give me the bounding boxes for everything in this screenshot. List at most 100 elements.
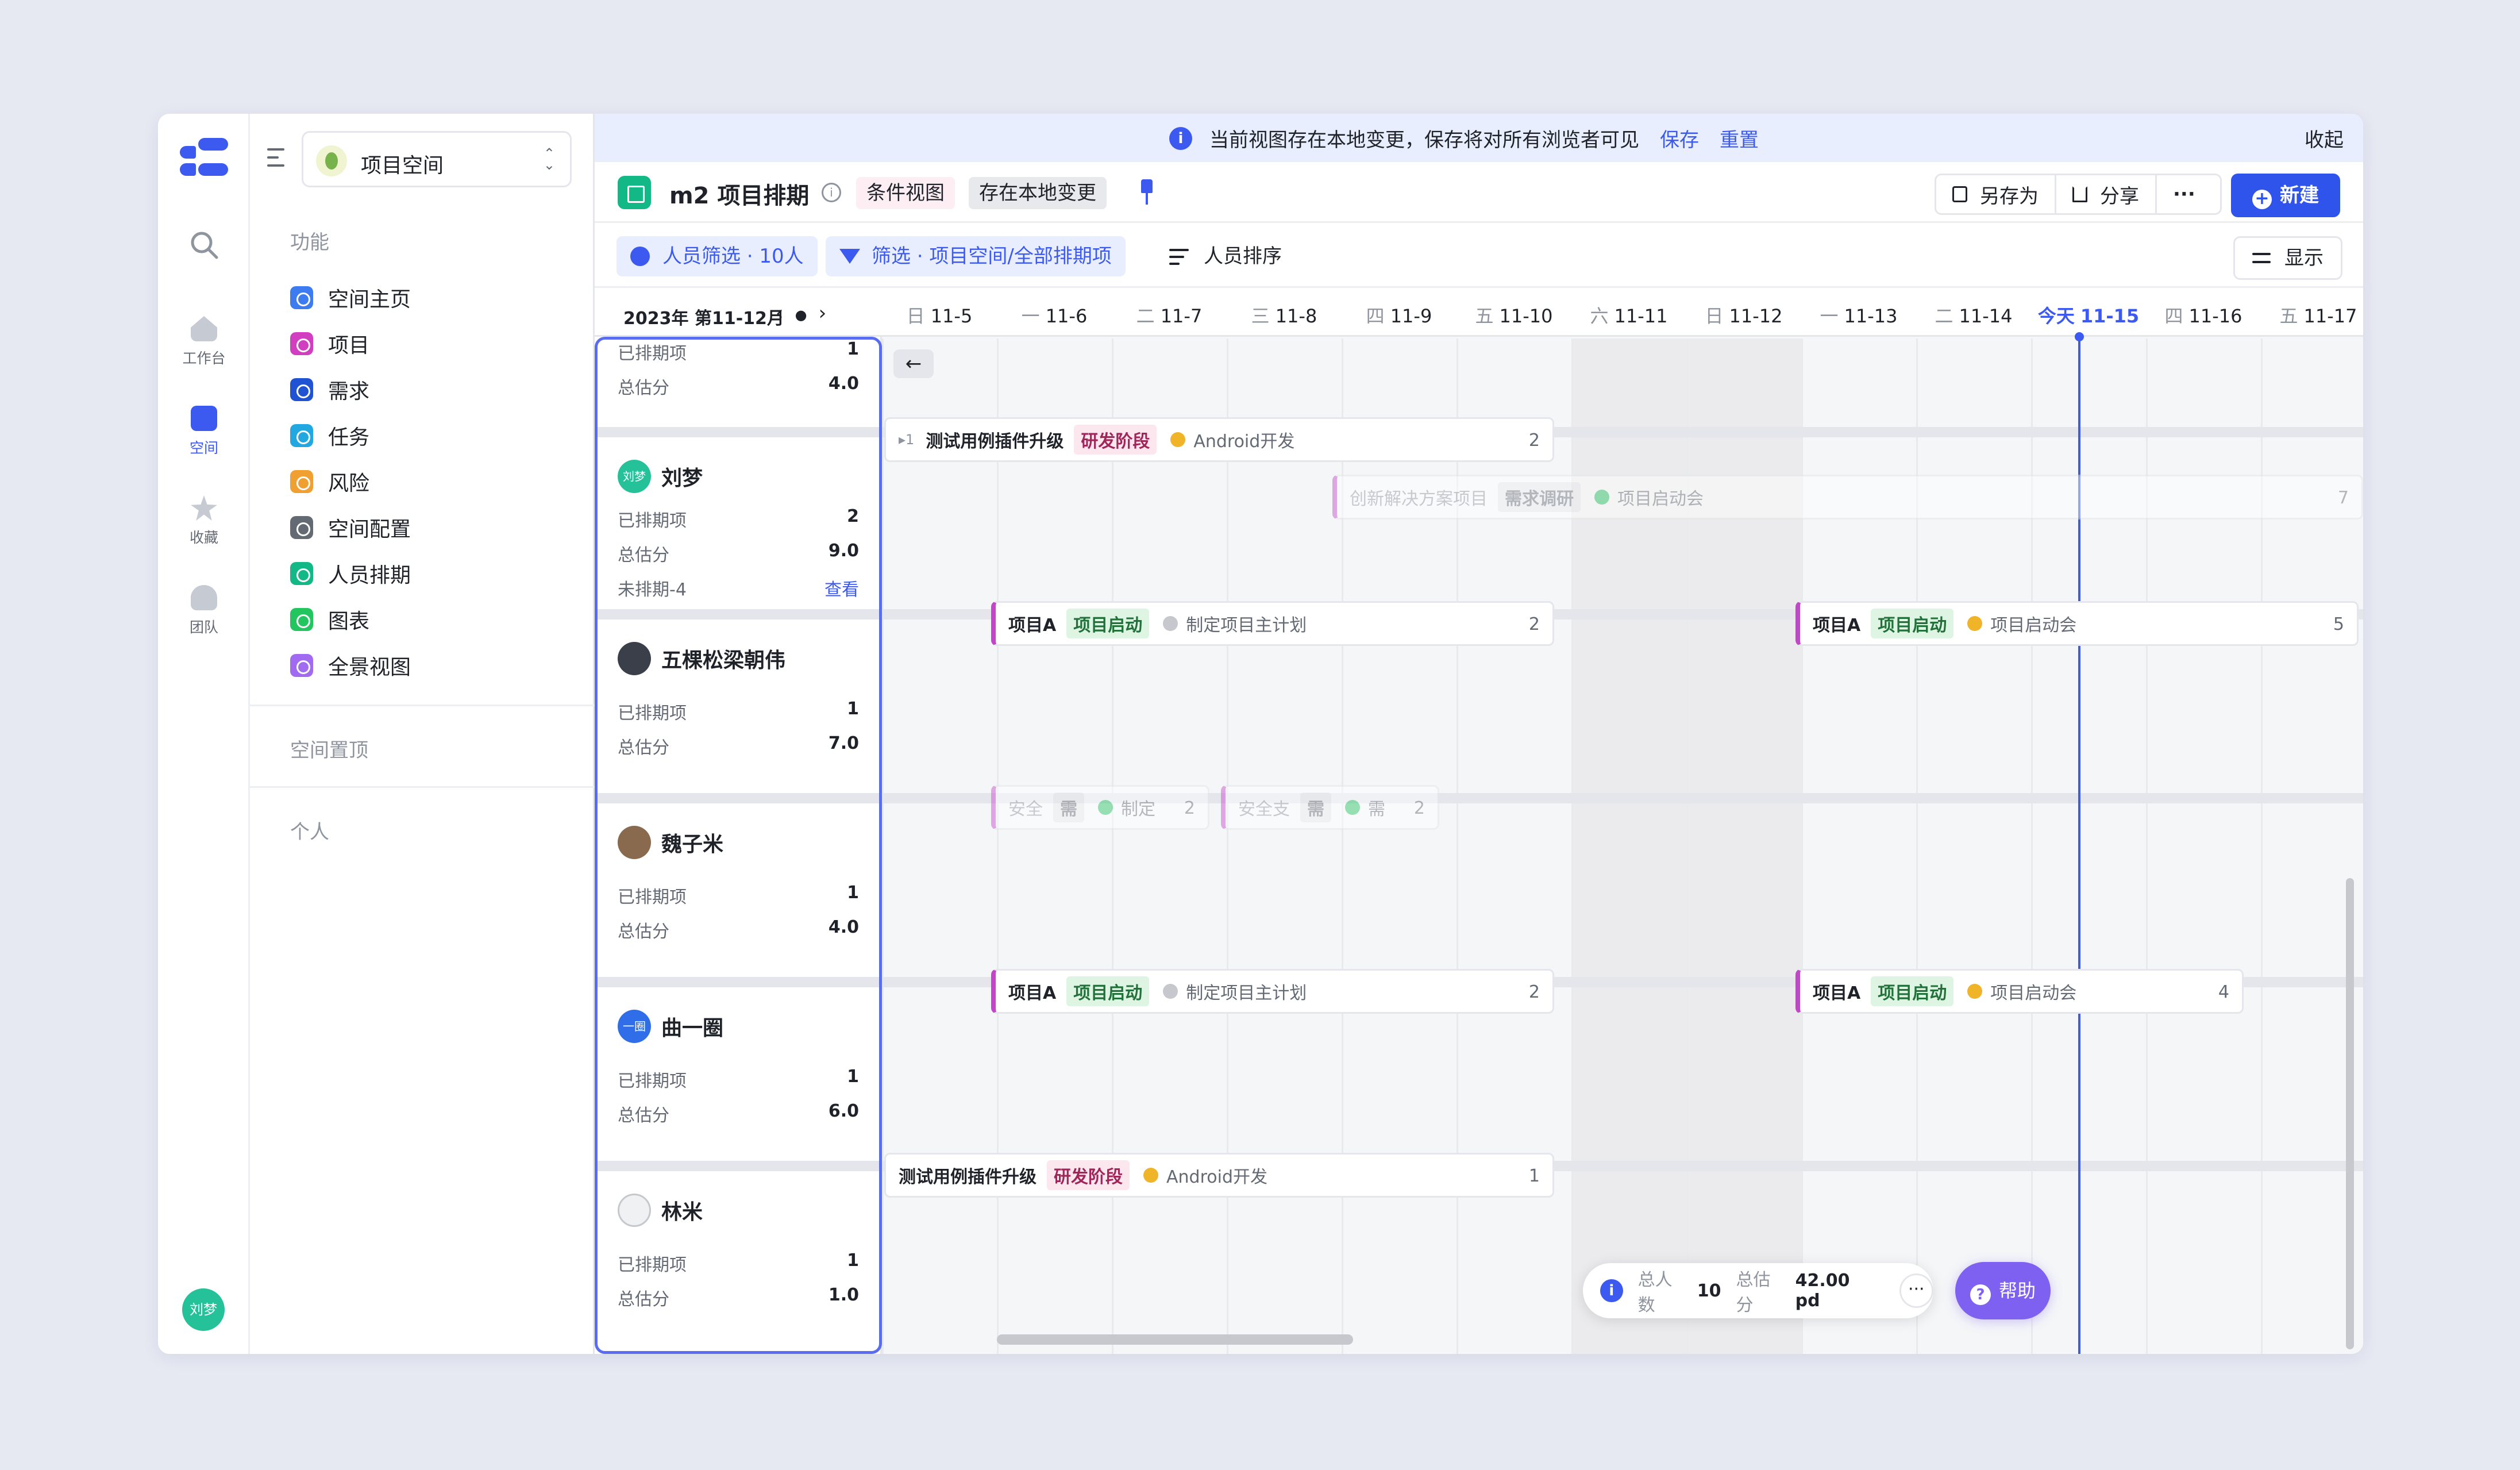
schedule-bar[interactable]: 安全 需 制定 2 — [991, 785, 1209, 830]
condition-view-tag[interactable]: 条件视图 — [856, 177, 955, 209]
people-sort-button[interactable]: 人员排序 — [1169, 236, 1282, 276]
horizontal-scrollbar[interactable] — [997, 1334, 1353, 1345]
menu-item-panorama[interactable]: 全景视图 — [290, 642, 411, 688]
view-unscheduled-link[interactable]: 查看 — [824, 575, 859, 601]
schedule-bar[interactable]: 项目A 项目启动 制定项目主计划 2 — [991, 601, 1554, 646]
status-label: 制定 — [1121, 799, 1155, 819]
divider — [250, 786, 595, 788]
item-filter-label: 筛选 · 项目空间/全部排期项 — [872, 245, 1112, 268]
stage-tag: 项目启动 — [1066, 609, 1150, 638]
user-icon — [630, 247, 650, 266]
stat-row: 已排期项 1 — [618, 1067, 859, 1091]
divider — [250, 705, 595, 706]
reset-link[interactable]: 重置 — [1720, 124, 1759, 152]
people-count-value: 10 — [1697, 1280, 1721, 1301]
schedule-bar[interactable]: 测试用例插件升级 研发阶段 Android开发 1 — [884, 1153, 1554, 1198]
vertical-scrollbar[interactable] — [2346, 878, 2354, 1349]
bar-title: 项目A — [1008, 983, 1057, 1003]
section-pinned-heading[interactable]: 空间置顶 — [290, 734, 368, 763]
share-button[interactable]: 分享 — [2056, 175, 2157, 213]
section-personal-heading[interactable]: 个人 — [290, 816, 329, 844]
new-label: 新建 — [2280, 184, 2319, 207]
item-filter-chip[interactable]: 筛选 · 项目空间/全部排期项 — [826, 236, 1126, 276]
stat-row: 总估分 4.0 — [618, 917, 859, 942]
schedule-bar[interactable]: 项目A 项目启动 项目启动会 4 — [1795, 969, 2244, 1014]
menu-item-risk[interactable]: 风险 — [290, 459, 411, 505]
space-selector[interactable]: 项目空间 ⌃ ⌄ — [302, 131, 572, 187]
bar-title: 项目A — [1813, 615, 1861, 636]
row-separator — [595, 427, 882, 437]
summary-pill: i 总人数 10 总估分 42.00 pd ··· — [1583, 1263, 1933, 1318]
menu-item-space-config[interactable]: 空间配置 — [290, 505, 411, 551]
today-dot-icon[interactable]: ● — [795, 307, 819, 323]
stage-tag: 需求调研 — [1498, 482, 1581, 512]
display-label: 显示 — [2284, 247, 2324, 270]
menu-item-space-home[interactable]: 空间主页 — [290, 275, 411, 321]
today-marker — [2075, 332, 2084, 341]
rail-item-space[interactable]: 空间 — [158, 406, 250, 457]
menu-item-label: 需求 — [328, 380, 370, 403]
chevron-left-icon[interactable]: ‹ — [776, 302, 795, 325]
space-avatar — [316, 145, 347, 176]
display-settings-button[interactable]: 显示 — [2233, 236, 2342, 280]
status-label: 项目启动会 — [1990, 983, 2077, 1003]
chevron-right-icon[interactable]: › — [819, 302, 838, 325]
new-button[interactable]: + 新建 — [2231, 174, 2340, 217]
requirement-icon — [290, 378, 313, 401]
schedule-bar[interactable]: ▸1 测试用例插件升级 研发阶段 Android开发 2 — [884, 417, 1554, 462]
more-button[interactable]: ··· — [2157, 175, 2211, 213]
save-link[interactable]: 保存 — [1660, 124, 1699, 152]
menu-item-project[interactable]: 项目 — [290, 321, 411, 367]
menu-item-requirement[interactable]: 需求 — [290, 367, 411, 413]
bar-count: 2 — [1528, 614, 1540, 634]
rail-item-team[interactable]: 团队 — [158, 585, 250, 637]
menu-item-task[interactable]: 任务 — [290, 413, 411, 459]
rail-item-label: 团队 — [189, 619, 218, 636]
stat-row: 总估分 1.0 — [618, 1285, 859, 1310]
day-header: 四 11-16 — [2164, 305, 2242, 327]
collapse-sidebar-icon[interactable] — [267, 146, 292, 169]
stat-row: 总估分 4.0 — [618, 374, 859, 398]
schedule-bar[interactable]: 创新解决方案项目 需求调研 项目启动会 7 — [1332, 475, 2363, 519]
save-as-button[interactable]: 另存为 — [1936, 175, 2056, 213]
info-icon[interactable]: i — [822, 183, 841, 202]
avatar: 刘梦 — [618, 460, 651, 493]
share-label: 分享 — [2100, 184, 2139, 208]
team-icon — [191, 585, 217, 610]
day-header: 五 11-17 — [2279, 305, 2357, 327]
stage-tag: 项目启动 — [1871, 976, 1954, 1006]
stat-row: 总估分 6.0 — [618, 1101, 859, 1126]
menu-item-chart[interactable]: 图表 — [290, 597, 411, 642]
schedule-bar[interactable]: 项目A 项目启动 项目启动会 5 — [1795, 601, 2359, 646]
people-filter-chip[interactable]: 人员筛选 · 10人 — [616, 236, 818, 276]
search-icon[interactable] — [188, 229, 220, 261]
rail-item-favorites[interactable]: 收藏 — [158, 495, 250, 547]
star-icon — [191, 495, 217, 521]
more-icon[interactable]: ··· — [1899, 1273, 1933, 1308]
rail-item-workbench[interactable]: 工作台 — [158, 316, 250, 368]
question-icon: ? — [1970, 1284, 1991, 1305]
expand-toggle[interactable]: ▸1 — [899, 432, 914, 448]
user-avatar[interactable]: 刘梦 — [182, 1288, 225, 1331]
status-label: Android开发 — [1193, 432, 1295, 452]
schedule-bar[interactable]: 项目A 项目启动 制定项目主计划 2 — [991, 969, 1554, 1014]
person-header: 刘梦 刘梦 — [618, 458, 703, 495]
space-icon — [191, 406, 217, 431]
collapse-banner-button[interactable]: 收起 — [2305, 124, 2344, 152]
app-logo-icon[interactable] — [180, 138, 228, 178]
local-change-tag[interactable]: 存在本地变更 — [969, 177, 1107, 209]
schedule-bar[interactable]: 安全支 需 需 2 — [1221, 785, 1439, 830]
pin-icon[interactable] — [1138, 179, 1156, 205]
section-features-heading: 功能 — [290, 231, 329, 254]
stat-row: 已排期项 1 — [618, 883, 859, 907]
arrow-left-icon[interactable]: ← — [893, 349, 934, 378]
save-as-label: 另存为 — [1980, 184, 2039, 208]
stat-row: 总估分 9.0 — [618, 541, 859, 565]
status-dot-icon — [1143, 1168, 1158, 1183]
help-label: 帮助 — [1998, 1280, 2036, 1302]
month-nav: ‹●› — [776, 302, 838, 325]
row-separator — [595, 609, 882, 619]
help-button[interactable]: ? 帮助 — [1955, 1262, 2051, 1319]
bar-title: 项目A — [1813, 983, 1861, 1003]
menu-item-schedule[interactable]: 人员排期 — [290, 551, 411, 597]
